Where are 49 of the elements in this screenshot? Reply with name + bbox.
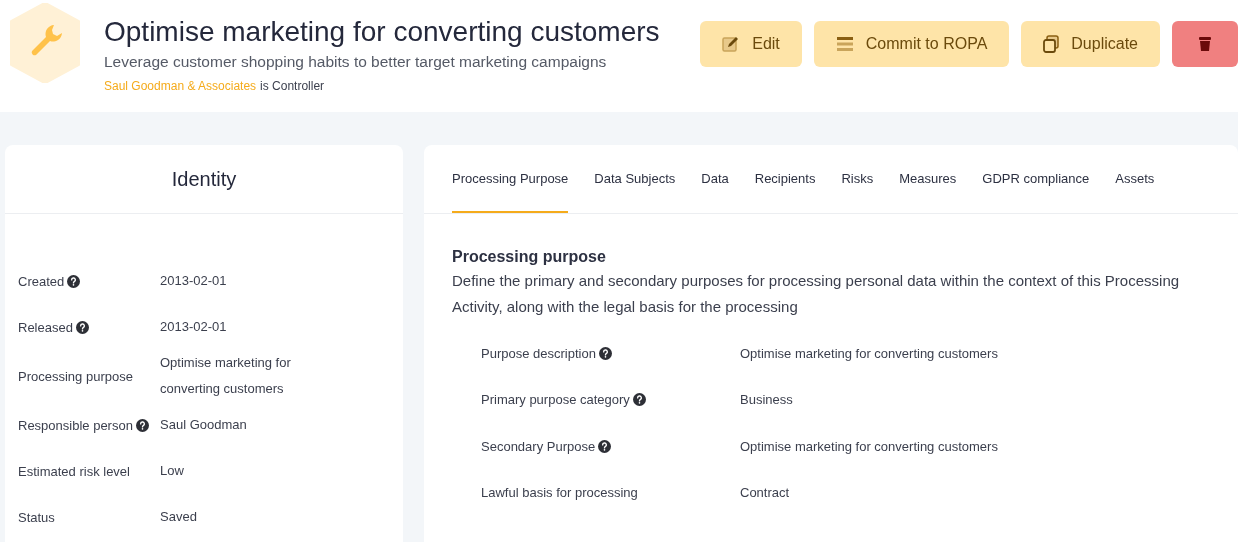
- commit-button[interactable]: Commit to ROPA: [813, 21, 1010, 67]
- tab[interactable]: Data: [701, 145, 729, 213]
- help-icon[interactable]: [598, 439, 612, 453]
- field-value: Low: [160, 462, 185, 480]
- tab[interactable]: Processing Purpose: [452, 145, 569, 213]
- controller-role: is Controller: [260, 79, 325, 93]
- tab[interactable]: Assets: [1115, 145, 1155, 213]
- field-label: Secondary Purpose: [481, 438, 596, 454]
- section-description: Define the primary and secondary purposes for processing personal data within the context of this Processing Activity, along with the legal basis for the processing: [452, 271, 1181, 317]
- field-label: Responsible person: [18, 417, 133, 433]
- help-icon[interactable]: [135, 418, 149, 432]
- card-title: Identity: [171, 167, 237, 191]
- tab[interactable]: GDPR compliance: [982, 145, 1090, 213]
- field-value: Business: [740, 392, 793, 408]
- section-title: Processing purpose: [452, 248, 607, 266]
- help-icon[interactable]: [75, 320, 89, 334]
- tab[interactable]: Risks: [841, 145, 874, 213]
- field-value: Saul Goodman: [160, 416, 248, 434]
- delete-button[interactable]: [1172, 21, 1238, 67]
- field-label: Processing purpose: [18, 368, 133, 384]
- wrench-icon: [10, 3, 80, 83]
- copy-icon: [1043, 35, 1060, 53]
- field-value: Optimise marketing for converting customers: [160, 354, 292, 398]
- field-value: 2013-02-01: [160, 318, 228, 336]
- edit-button[interactable]: Edit: [700, 21, 802, 67]
- help-icon[interactable]: [632, 393, 646, 407]
- help-icon[interactable]: [598, 346, 612, 360]
- field-label: Primary purpose category: [481, 392, 630, 408]
- tab[interactable]: Data Subjects: [594, 145, 676, 213]
- tab[interactable]: Recipients: [754, 145, 816, 213]
- duplicate-button[interactable]: Duplicate: [1021, 21, 1160, 67]
- edit-icon: [722, 35, 741, 53]
- list-icon: [835, 36, 854, 52]
- field-value: Optimise marketing for converting customers: [740, 345, 998, 361]
- field-value: Optimise marketing for converting customers: [740, 438, 998, 454]
- field-label: Status: [18, 509, 55, 525]
- field-value: 2013-02-01: [160, 272, 228, 290]
- field-value: Saved: [160, 508, 198, 526]
- field-value: Contract: [740, 485, 790, 501]
- page-title: Optimise marketing for converting customers: [104, 15, 660, 49]
- trash-icon: [1198, 36, 1212, 52]
- field-label: Created: [18, 273, 65, 289]
- field-label: Purpose description: [481, 345, 596, 361]
- help-icon[interactable]: [67, 274, 81, 288]
- tab[interactable]: Measures: [899, 145, 957, 213]
- field-label: Lawful basis for processing: [481, 485, 638, 501]
- page-subtitle: Leverage customer shopping habits to better target marketing campaigns: [104, 53, 608, 71]
- field-label: Estimated risk level: [18, 463, 130, 479]
- field-label: Released: [18, 319, 73, 335]
